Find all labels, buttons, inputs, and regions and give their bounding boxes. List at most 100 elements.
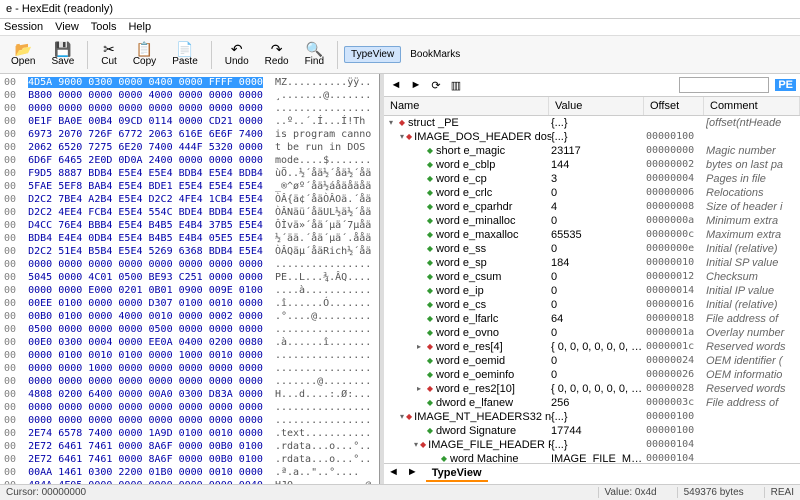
typeview-button[interactable]: TypeView bbox=[344, 46, 401, 63]
hex-row[interactable]: 00 00AA 1461 0300 2200 01B0 0000 0010 00… bbox=[4, 466, 375, 479]
expand-toggle-icon[interactable]: ▸ bbox=[414, 384, 424, 394]
hex-row[interactable]: 00 4D5A 9000 0300 0000 0400 0000 FFFF 00… bbox=[4, 76, 375, 89]
col-name[interactable]: Name bbox=[384, 97, 549, 115]
hex-row[interactable]: 00 6973 2070 726F 6772 2063 616E 6E6F 74… bbox=[4, 128, 375, 141]
hex-row[interactable]: 00 0000 0100 0010 0100 0000 1000 0010 00… bbox=[4, 349, 375, 362]
hex-row[interactable]: 00 F9D5 8887 BDB4 E5E4 E5E4 BDB4 E5E4 BD… bbox=[4, 167, 375, 180]
tree-row[interactable]: ▾◆IMAGE_FILE_HEADER FileHead{...}0000010… bbox=[384, 438, 800, 452]
refresh-icon[interactable]: ⟳ bbox=[428, 77, 444, 93]
expand-toggle-icon[interactable]: ▾ bbox=[400, 132, 404, 142]
menu-view[interactable]: View bbox=[55, 21, 79, 33]
col-offset[interactable]: Offset bbox=[644, 97, 704, 115]
hex-row[interactable]: 00 0E1F BA0E 00B4 09CD 0114 0000 CD21 00… bbox=[4, 115, 375, 128]
tree-row[interactable]: ◆word e_ip000000014Initial IP value bbox=[384, 284, 800, 298]
hex-row[interactable]: 00 0000 0000 1000 0000 0000 0000 0000 00… bbox=[4, 362, 375, 375]
expand-toggle-icon[interactable]: ▾ bbox=[414, 440, 418, 450]
tab-prev-icon[interactable]: ◄ bbox=[388, 466, 399, 482]
col-comment[interactable]: Comment bbox=[704, 97, 800, 115]
bullet-icon: ◆ bbox=[406, 130, 412, 144]
hex-row[interactable]: 00 D2C2 4EE4 FCB4 E5E4 554C BDE4 BDB4 E5… bbox=[4, 206, 375, 219]
filter-tag[interactable]: PE bbox=[775, 79, 796, 91]
hex-row[interactable]: 00 00B0 0100 0000 4000 0010 0000 0002 00… bbox=[4, 310, 375, 323]
expand-toggle-icon[interactable]: ▾ bbox=[386, 118, 396, 128]
copy-button[interactable]: 📋Copy bbox=[126, 39, 163, 70]
tree-row[interactable]: ◆word e_sp18400000010Initial SP value bbox=[384, 256, 800, 270]
status-value-label: Value: bbox=[605, 487, 633, 498]
save-button[interactable]: 💾Save bbox=[44, 39, 81, 70]
tree-row[interactable]: ▸◆word e_res2[10]{ 0, 0, 0, 0, 0, 0, 629… bbox=[384, 382, 800, 396]
cut-button[interactable]: ✂Cut bbox=[94, 39, 124, 70]
tree-row[interactable]: ◆word e_oeminfo000000026OEM informatio bbox=[384, 368, 800, 382]
hex-row[interactable]: 00 5FAE 5EF8 BAB4 E5E4 BDE1 E5E4 E5E4 E5… bbox=[4, 180, 375, 193]
tree-row[interactable]: ◆word e_cp300000004Pages in file bbox=[384, 172, 800, 186]
hex-row[interactable]: 00 0000 0000 0000 0000 0000 0000 0000 00… bbox=[4, 401, 375, 414]
tree-row[interactable]: ◆word MachineIMAGE_FILE_MACHINE_I3000001… bbox=[384, 452, 800, 463]
tree-row[interactable]: ◆short e_magic2311700000000Magic number bbox=[384, 144, 800, 158]
tab-next-icon[interactable]: ► bbox=[407, 466, 418, 482]
bullet-icon: ◆ bbox=[406, 410, 412, 424]
hex-row[interactable]: 00 0000 0000 0000 0000 0000 0000 0000 00… bbox=[4, 102, 375, 115]
tree-row[interactable]: ◆word e_oemid000000024OEM identifier ( bbox=[384, 354, 800, 368]
tree-row[interactable]: ◆dword e_lfanew2560000003cFile address o… bbox=[384, 396, 800, 410]
hex-row[interactable]: 00 B800 0000 0000 0000 4000 0000 0000 00… bbox=[4, 89, 375, 102]
expand-toggle-icon[interactable]: ▾ bbox=[400, 412, 404, 422]
hex-row[interactable]: 00 D2C2 7BE4 A2B4 E5E4 D2C2 4FE4 1CB4 E5… bbox=[4, 193, 375, 206]
undo-button[interactable]: ↶Undo bbox=[218, 39, 256, 70]
paste-button[interactable]: 📄Paste bbox=[165, 39, 205, 70]
hex-row[interactable]: 00 0000 0000 0000 0000 0000 0000 0000 00… bbox=[4, 375, 375, 388]
redo-button[interactable]: ↷Redo bbox=[258, 39, 296, 70]
hex-row[interactable]: 00 484A 4F05 0000 0000 0000 0000 0000 00… bbox=[4, 479, 375, 484]
tree-row[interactable]: ◆word e_csum000000012Checksum bbox=[384, 270, 800, 284]
tree-row[interactable]: ▾◆IMAGE_DOS_HEADER dosHeade{...}00000100 bbox=[384, 130, 800, 144]
open-button[interactable]: 📂Open bbox=[4, 39, 42, 70]
tree-row[interactable]: ◆dword Signature1774400000100 bbox=[384, 424, 800, 438]
status-value: 0x4d bbox=[635, 487, 657, 498]
expand-icon[interactable]: ▥ bbox=[448, 77, 464, 93]
hex-row[interactable]: 00 00EE 0100 0000 0000 D307 0100 0010 00… bbox=[4, 297, 375, 310]
hex-row[interactable]: 00 D2C2 51E4 B5B4 E5E4 5269 6368 BDB4 E5… bbox=[4, 245, 375, 258]
menu-help[interactable]: Help bbox=[128, 21, 151, 33]
expand-toggle-icon[interactable]: ▸ bbox=[414, 342, 424, 352]
tab-typeview[interactable]: TypeView bbox=[426, 466, 488, 482]
tree-row[interactable]: ◆word e_cparhdr400000008Size of header i bbox=[384, 200, 800, 214]
tree-row[interactable]: ◆word e_lfarlc6400000018File address of bbox=[384, 312, 800, 326]
hex-row[interactable]: 00 0500 0000 0000 0000 0500 0000 0000 00… bbox=[4, 323, 375, 336]
hex-row[interactable]: 00 00E0 0300 0004 0000 EE0A 0400 0200 00… bbox=[4, 336, 375, 349]
bullet-icon: ◆ bbox=[426, 284, 434, 298]
tree-row[interactable]: ◆word e_ovno00000001aOverlay number bbox=[384, 326, 800, 340]
filter-input[interactable] bbox=[679, 77, 769, 93]
bullet-icon: ◆ bbox=[426, 270, 434, 284]
hex-row[interactable]: 00 D4CC 76E4 BBB4 E5E4 B4B5 E4B4 37B5 E5… bbox=[4, 219, 375, 232]
tree-row[interactable]: ◆word e_cblp14400000002bytes on last pa bbox=[384, 158, 800, 172]
nav-fwd-icon[interactable]: ► bbox=[408, 77, 424, 93]
tree-row[interactable]: ◆word e_ss00000000eInitial (relative) bbox=[384, 242, 800, 256]
hex-row[interactable]: 00 0000 0000 0000 0000 0000 0000 0000 00… bbox=[4, 258, 375, 271]
hex-row[interactable]: 00 0000 0000 E000 0201 0B01 0900 009E 01… bbox=[4, 284, 375, 297]
hex-row[interactable]: 00 2E74 6578 7400 0000 1A9D 0100 0010 00… bbox=[4, 427, 375, 440]
menu-tools[interactable]: Tools bbox=[91, 21, 117, 33]
tree-row[interactable]: ▾◆IMAGE_NT_HEADERS32 ntHeade{...}0000010… bbox=[384, 410, 800, 424]
tree-row[interactable]: ◆word e_cs000000016Initial (relative) bbox=[384, 298, 800, 312]
hex-row[interactable]: 00 0000 0000 0000 0000 0000 0000 0000 00… bbox=[4, 414, 375, 427]
hex-pane[interactable]: 00 4D5A 9000 0300 0000 0400 0000 FFFF 00… bbox=[0, 74, 380, 484]
bookmarks-button[interactable]: BookMarks bbox=[403, 46, 467, 63]
hex-row[interactable]: 00 5045 0000 4C01 0500 BE93 C251 0000 00… bbox=[4, 271, 375, 284]
nav-back-icon[interactable]: ◄ bbox=[388, 77, 404, 93]
hex-row[interactable]: 00 6D6F 6465 2E0D 0D0A 2400 0000 0000 00… bbox=[4, 154, 375, 167]
tree-row[interactable]: ◆word e_maxalloc655350000000cMaximum ext… bbox=[384, 228, 800, 242]
tree-row[interactable]: ◆word e_minalloc00000000aMinimum extra bbox=[384, 214, 800, 228]
tree-row[interactable]: ◆word e_crlc000000006Relocations bbox=[384, 186, 800, 200]
hex-row[interactable]: 00 2062 6520 7275 6E20 7400 444F 5320 00… bbox=[4, 141, 375, 154]
hex-row[interactable]: 00 4808 0200 6400 0000 00A0 0300 D83A 00… bbox=[4, 388, 375, 401]
menu-session[interactable]: Session bbox=[4, 21, 43, 33]
find-button[interactable]: 🔍Find bbox=[298, 39, 331, 70]
col-value[interactable]: Value bbox=[549, 97, 644, 115]
tree-row[interactable]: ▾◆struct _PE{...}[offset(ntHeade bbox=[384, 116, 800, 130]
hex-row[interactable]: 00 2E72 6461 7461 0000 8A6F 0000 00B0 01… bbox=[4, 440, 375, 453]
bullet-icon: ◆ bbox=[426, 368, 434, 382]
hex-row[interactable]: 00 BDB4 E4E4 0DB4 E5E4 B4B5 E4B4 05E5 E5… bbox=[4, 232, 375, 245]
hex-row[interactable]: 00 2E72 6461 7461 0000 8A6F 0000 00B0 01… bbox=[4, 453, 375, 466]
bullet-icon: ◆ bbox=[426, 340, 434, 354]
tree-row[interactable]: ▸◆word e_res[4]{ 0, 0, 0, 0, 0, 0, 62900… bbox=[384, 340, 800, 354]
tree-body[interactable]: ▾◆struct _PE{...}[offset(ntHeade▾◆IMAGE_… bbox=[384, 116, 800, 463]
